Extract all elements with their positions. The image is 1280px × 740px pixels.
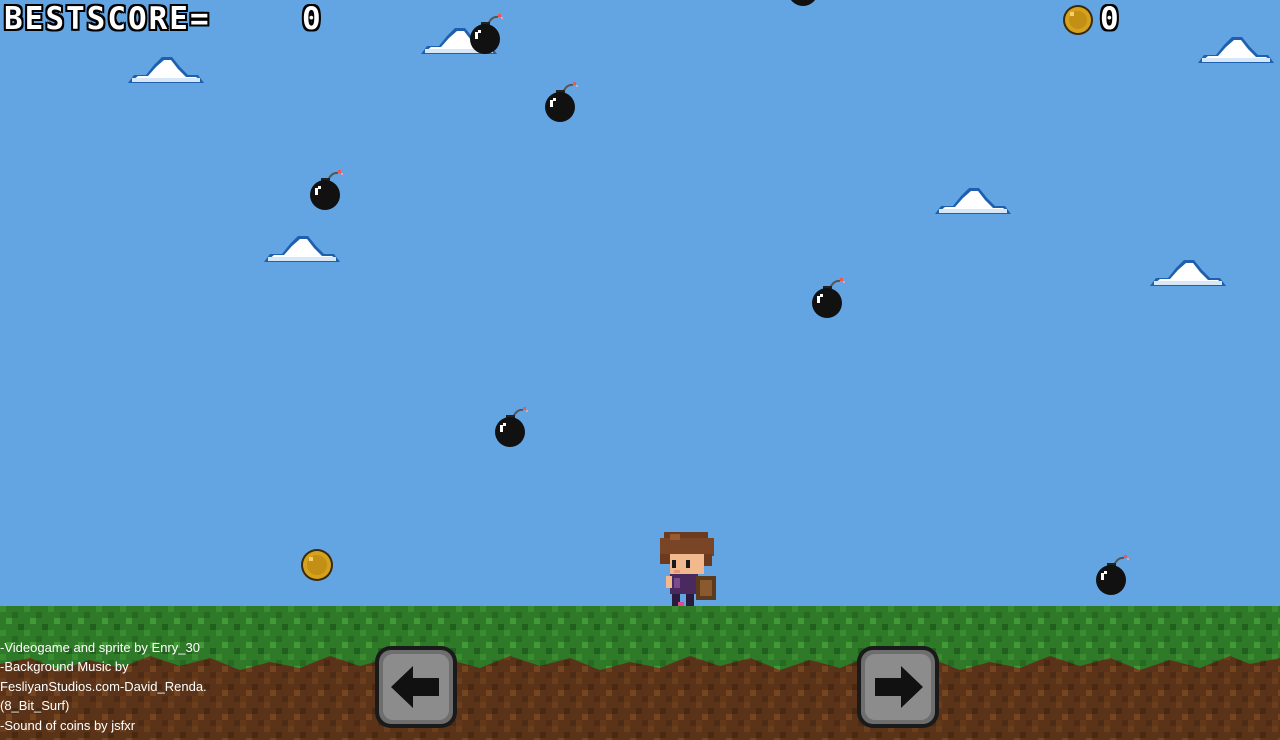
bomb: [791, 0, 815, 6]
player-character: [660, 532, 716, 606]
game-canvas[interactable]: BESTSCORE= 0 0 -Videogame and sprite by …: [0, 0, 1280, 740]
bomb: [495, 407, 528, 447]
credits-line: -Sound of coins by jsfxr: [0, 717, 136, 733]
bomb: [470, 14, 503, 54]
credits-text: -Videogame and sprite by Enry_30 -Backgr…: [0, 638, 215, 735]
cloud: [1150, 260, 1226, 286]
cloud: [264, 236, 340, 262]
best-score-value: 0: [302, 1, 323, 37]
bomb: [1096, 555, 1129, 595]
coin-pickup: [301, 549, 333, 581]
coin-icon: [1063, 5, 1093, 35]
credits-line: -Videogame and sprite by Enry_30: [0, 640, 200, 655]
bomb: [310, 170, 343, 210]
credits-line: (8_Bit_Surf): [0, 698, 70, 714]
best-score-label: BESTSCORE=: [4, 1, 211, 37]
move-left-button[interactable]: [373, 644, 459, 730]
credits-line: FesliyanStudios.com-David_Renda.: [0, 678, 207, 694]
bomb: [812, 278, 845, 318]
bomb: [545, 82, 578, 122]
cloud: [1198, 37, 1274, 63]
coin-count: 0: [1100, 1, 1121, 37]
move-right-button[interactable]: [855, 644, 941, 730]
credits-line: -Background Music by: [0, 659, 129, 675]
cloud: [128, 57, 204, 83]
cloud: [935, 188, 1011, 214]
